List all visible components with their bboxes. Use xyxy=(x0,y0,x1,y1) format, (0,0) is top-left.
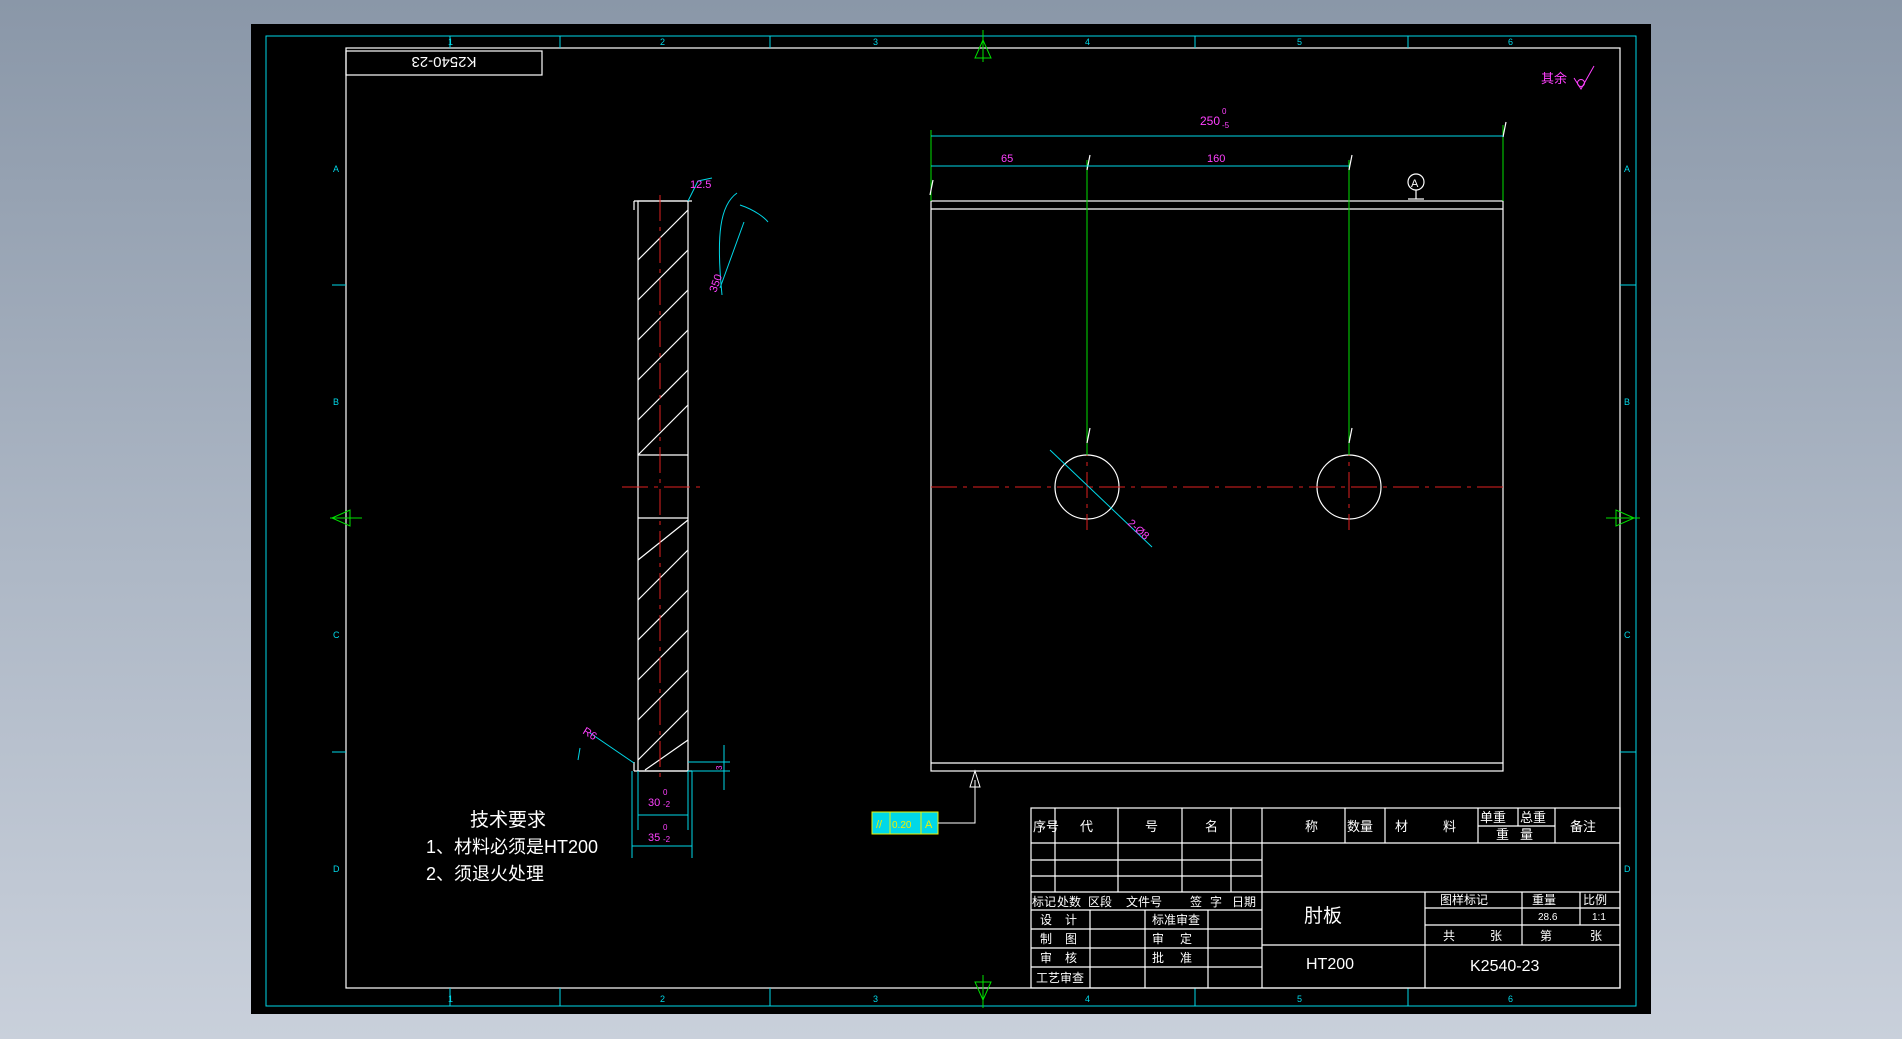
tolerance-datum: A xyxy=(925,819,933,831)
zone-top-5: 5 xyxy=(1297,37,1302,47)
zone-right-c: C xyxy=(1624,630,1631,640)
datum-a-label: A xyxy=(1411,178,1419,190)
zone-left-d: D xyxy=(333,864,340,874)
tb-role-check-2: 核 xyxy=(1065,951,1077,965)
tb-role-approve-1: 审 xyxy=(1152,931,1164,946)
tolerance-value: 0.20 xyxy=(892,820,912,831)
tb-rev-date: 日期 xyxy=(1232,895,1256,909)
tech-req-heading: 技术要求 xyxy=(470,809,546,831)
dim-overall-width-tol-lower: -5 xyxy=(1222,121,1230,130)
zone-left-b: B xyxy=(333,397,339,407)
dim-roughness-side: 12.5 xyxy=(690,179,711,191)
zone-bottom-6: 6 xyxy=(1508,994,1513,1004)
tolerance-symbol: // xyxy=(876,819,883,831)
tb-rev-sign-1: 签 xyxy=(1190,894,1202,909)
tech-req-item-2: 2、须退火处理 xyxy=(426,864,544,884)
dim-overall-width: 250 xyxy=(1200,114,1220,128)
dim-hole1-offset: 65 xyxy=(1001,153,1013,165)
zone-top-6: 6 xyxy=(1508,37,1513,47)
tb-scale-label: 比例 xyxy=(1583,893,1607,907)
tb-header-name-1: 名 xyxy=(1205,819,1218,834)
dim-thickness-inner-tol-upper: 0 xyxy=(663,788,668,797)
cad-viewport[interactable]: 1 2 3 4 5 6 1 2 3 4 5 6 A B C D A B C D … xyxy=(0,0,1902,1039)
tb-header-name-2: 称 xyxy=(1305,819,1318,834)
zone-right-a: A xyxy=(1624,164,1630,174)
tb-role-check-1: 审 xyxy=(1040,950,1052,965)
zone-bottom-2: 2 xyxy=(660,994,665,1004)
tb-header-remarks: 备注 xyxy=(1570,819,1596,834)
tb-header-qty: 数量 xyxy=(1347,819,1373,834)
dim-thickness-inner-tol-lower: -2 xyxy=(663,800,671,809)
roughness-note-label: 其余 xyxy=(1541,71,1567,86)
zone-top-1: 1 xyxy=(448,37,453,47)
tb-header-code-2: 号 xyxy=(1145,819,1158,834)
tb-role-draw-2: 图 xyxy=(1065,932,1077,946)
tb-rev-sign-2: 字 xyxy=(1210,894,1222,909)
tb-role-process: 工艺审查 xyxy=(1036,970,1084,985)
zone-top-3: 3 xyxy=(873,37,878,47)
dim-thickness-inner: 30 xyxy=(648,797,660,809)
zone-right-d: D xyxy=(1624,864,1631,874)
tb-header-material-1: 材 xyxy=(1395,819,1408,834)
tb-role-standard: 标准审查 xyxy=(1152,912,1200,927)
tb-stage-mark: 图样标记 xyxy=(1440,892,1488,907)
tb-role-approve-2: 定 xyxy=(1180,931,1192,946)
zone-top-2: 2 xyxy=(660,37,665,47)
tb-rev-mark: 标记 xyxy=(1032,895,1056,909)
tb-rev-zone: 区段 xyxy=(1088,894,1112,909)
tb-header-material-2: 料 xyxy=(1443,819,1456,834)
tech-req-item-1: 1、材料必须是HT200 xyxy=(426,837,598,857)
tb-sheet-total-1: 共 xyxy=(1443,929,1455,943)
tb-rev-docno: 文件号 xyxy=(1126,894,1162,909)
tb-weight-value: 28.6 xyxy=(1538,912,1558,923)
stamp-number: K2540-23 xyxy=(411,53,476,70)
zone-bottom-3: 3 xyxy=(873,994,878,1004)
zone-top-4: 4 xyxy=(1085,37,1090,47)
tb-material: HT200 xyxy=(1306,956,1354,973)
zone-left-c: C xyxy=(333,630,340,640)
zone-right-b: B xyxy=(1624,397,1630,407)
tb-header-index: 序号 xyxy=(1033,819,1059,834)
tb-scale-value: 1:1 xyxy=(1592,912,1606,923)
dim-step-small: 3 xyxy=(715,765,724,770)
zone-bottom-5: 5 xyxy=(1297,994,1302,1004)
dim-thickness-outer-tol-upper: 0 xyxy=(663,823,668,832)
dim-hole-spacing: 160 xyxy=(1207,153,1225,165)
dim-overall-width-tol-upper: 0 xyxy=(1222,107,1227,116)
tb-sheet-no-1: 第 xyxy=(1540,929,1552,943)
tb-drawing-number: K2540-23 xyxy=(1470,958,1539,975)
tb-sheet-no-2: 张 xyxy=(1590,929,1602,943)
zone-left-a: A xyxy=(333,164,339,174)
zone-bottom-1: 1 xyxy=(448,994,453,1004)
tb-role-design-2: 计 xyxy=(1065,913,1077,927)
tb-header-total-weight: 总重 xyxy=(1520,810,1546,825)
tb-role-ratify-2: 准 xyxy=(1180,951,1192,965)
dim-thickness-outer-tol-lower: -2 xyxy=(663,835,671,844)
tb-role-ratify-1: 批 xyxy=(1152,950,1164,965)
tb-header-weight-2: 量 xyxy=(1520,827,1533,842)
tb-header-code-1: 代 xyxy=(1080,819,1093,834)
zone-bottom-4: 4 xyxy=(1085,994,1090,1004)
tb-header-unit-weight: 单重 xyxy=(1480,810,1506,825)
tb-weight-label: 重量 xyxy=(1532,893,1556,907)
tb-role-design-1: 设 xyxy=(1040,913,1052,927)
tb-header-weight-1: 重 xyxy=(1496,827,1509,842)
drawing-canvas[interactable]: 1 2 3 4 5 6 1 2 3 4 5 6 A B C D A B C D … xyxy=(0,0,1902,1039)
dim-thickness-outer: 35 xyxy=(648,832,660,844)
tb-sheet-total-2: 张 xyxy=(1490,929,1502,943)
tb-rev-count: 处数 xyxy=(1057,894,1081,909)
tb-part-name: 肘板 xyxy=(1304,905,1342,927)
tb-role-draw-1: 制 xyxy=(1040,932,1052,946)
